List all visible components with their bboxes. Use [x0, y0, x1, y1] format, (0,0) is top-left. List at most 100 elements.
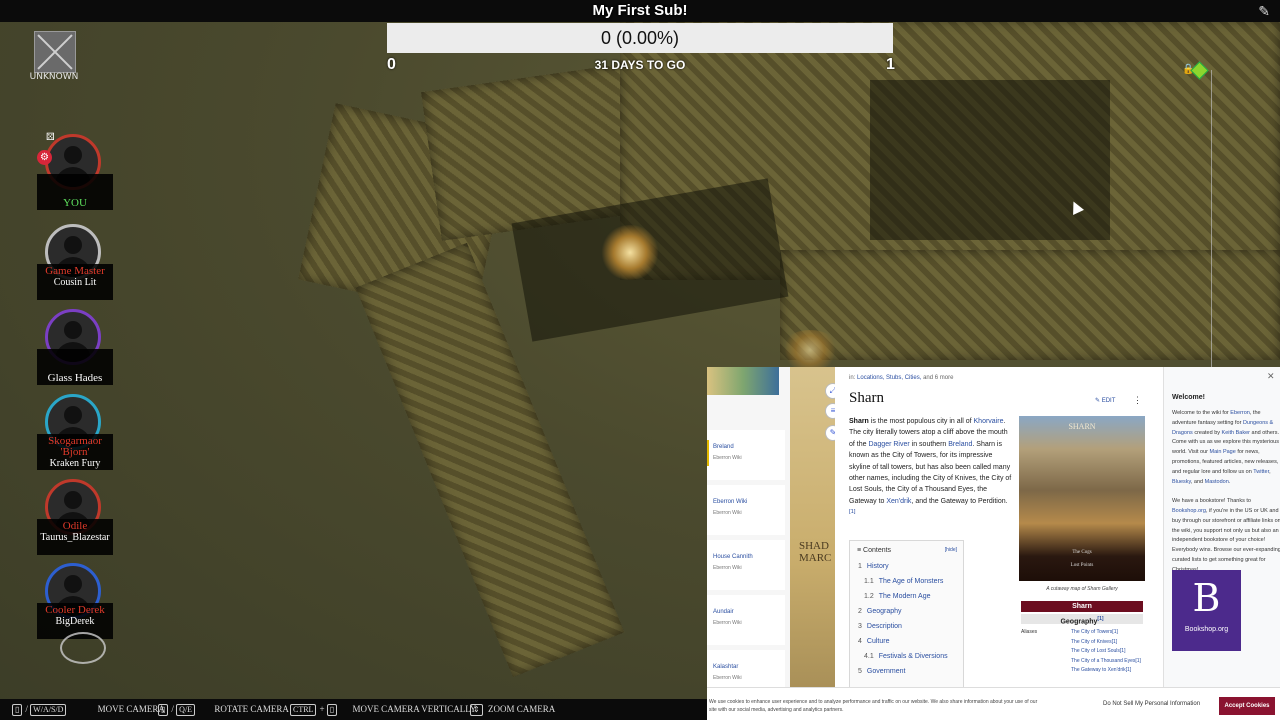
- breadcrumb-prefix: in:: [849, 375, 856, 381]
- player-name: Taurus_Blazestar: [40, 532, 110, 543]
- map-thumbnail[interactable]: [707, 367, 779, 395]
- toc-item[interactable]: 4 Culture: [858, 638, 889, 645]
- infobox-image-label: Lost Points: [1070, 563, 1094, 568]
- welcome-link[interactable]: Bookshop.org: [1172, 508, 1206, 514]
- camera-controls-bar: ▯ / W/A/S/D MOVE CAMERA ▯ / Q/E ROTATE CAM…: [0, 699, 707, 720]
- toc-item[interactable]: 1 History: [858, 563, 889, 570]
- toc-label: History: [866, 563, 889, 570]
- bookshop-logo-icon: B: [1192, 576, 1221, 620]
- measure-line: [1211, 70, 1212, 370]
- accept-cookies-button[interactable]: Accept Cookies: [1219, 697, 1275, 715]
- player-nameplate: Skogarmaor 'Bjorn' Kraken Fury: [37, 434, 113, 470]
- toc-item[interactable]: 5 Government: [858, 668, 905, 675]
- related-article-card[interactable]: House Cannith Eberron Wiki: [707, 540, 785, 590]
- close-icon[interactable]: ✕: [1267, 371, 1275, 382]
- character-name: Odile: [62, 520, 88, 532]
- related-article-card[interactable]: Aundair Eberron Wiki: [707, 595, 785, 645]
- card-title: House Cannith: [713, 554, 753, 560]
- card-source: Eberron Wiki: [713, 565, 742, 571]
- player-name: BigDerek: [55, 616, 95, 627]
- welcome-link[interactable]: Main Page: [1210, 449, 1236, 455]
- more-options-icon[interactable]: ⋮: [1133, 395, 1142, 406]
- dice-icon[interactable]: ⚄: [46, 132, 55, 143]
- infobox-ref[interactable]: [1]: [1097, 616, 1103, 622]
- map-label: SHAD MARC: [799, 540, 832, 564]
- control-label: MOVE CAMERA VERTICALLY: [352, 704, 477, 714]
- infobox-alias[interactable]: The City of Lost Souls[1]: [1071, 648, 1125, 654]
- intro-link[interactable]: Dagger River: [868, 441, 909, 448]
- days-remaining: 31 DAYS TO GO: [594, 58, 686, 72]
- intro-link[interactable]: Khorvaire: [974, 418, 1004, 425]
- welcome-link[interactable]: Bluesky: [1172, 479, 1191, 485]
- player-card[interactable]: Skogarmaor 'Bjorn' Kraken Fury: [37, 394, 113, 471]
- toc-item[interactable]: 1.1 The Age of Monsters: [864, 578, 943, 585]
- control-label: MOVE CAMERA: [97, 704, 165, 714]
- card-source: Eberron Wiki: [713, 675, 742, 681]
- infobox-image[interactable]: SHARN The Cogs Lost Points: [1019, 416, 1145, 581]
- toc-label: The Modern Age: [878, 593, 931, 600]
- infobox-alias[interactable]: The City of Knives[1]: [1071, 639, 1117, 645]
- toc-item[interactable]: 4.1 Festivals & Diversions: [864, 653, 948, 660]
- welcome-copy: We have a bookstore! Thanks to: [1172, 498, 1251, 505]
- intro-text: in southern: [909, 440, 949, 448]
- player-card[interactable]: Glass Hades: [37, 309, 113, 386]
- player-card[interactable]: YOU: [37, 134, 113, 211]
- related-article-card[interactable]: Breland Eberron Wiki: [707, 430, 785, 480]
- key-hint: W/A/S/D: [30, 704, 67, 716]
- player-card[interactable]: Cooler Derek BigDerek: [37, 563, 113, 640]
- player-nameplate: Game Master Cousin Lit: [37, 264, 113, 300]
- toc-item[interactable]: 2 Geography: [858, 608, 902, 615]
- wiki-right-rail: Welcome! Welcome to the wiki for Eberron…: [1163, 367, 1280, 687]
- intro-link[interactable]: Breland: [948, 441, 972, 448]
- welcome-link[interactable]: Twitter: [1253, 469, 1269, 475]
- infobox-aliases-label: Aliases: [1021, 629, 1038, 635]
- cookie-text: We use cookies to enhance user experienc…: [709, 699, 1038, 713]
- card-title: Kalashtar: [713, 664, 739, 670]
- player-card[interactable]: Game Master Cousin Lit: [37, 224, 113, 301]
- do-not-sell-link[interactable]: Do Not Sell My Personal Information: [1103, 701, 1200, 707]
- intro-text: , and the Gateway to Perdition.: [911, 497, 1008, 505]
- table-of-contents: ≡ Contents [hide] 1 History 1.1 The Age of …: [849, 540, 964, 692]
- breadcrumb-links[interactable]: Locations, Stubs, Cities,: [857, 375, 921, 381]
- player-card[interactable]: Odile Taurus_Blazestar: [37, 479, 113, 556]
- gear-icon[interactable]: ⚙: [37, 150, 52, 165]
- infobox-alias[interactable]: The City of a Thousand Eyes[1]: [1071, 658, 1141, 664]
- infobox-alias[interactable]: The Gateway to Xen'drik[1]: [1071, 667, 1131, 673]
- toc-title: ≡ Contents: [857, 547, 892, 554]
- bookshop-banner[interactable]: B Bookshop.org: [1172, 570, 1241, 651]
- welcome-link[interactable]: Eberron: [1230, 410, 1250, 416]
- sub-goal-progress-bar: 0 (0.00%): [387, 23, 893, 53]
- intro-link[interactable]: Xen'drik: [886, 498, 911, 505]
- toc-hide-link[interactable]: [hide]: [945, 547, 957, 553]
- wall-block: [780, 250, 1280, 360]
- infobox-caption: A cutaway map of Sharn Gallery: [1046, 586, 1118, 592]
- toc-number: 1.2: [864, 593, 874, 600]
- stream-title: My First Sub!: [592, 2, 688, 19]
- card-source: Eberron Wiki: [713, 620, 742, 626]
- character-name: Skogarmaor 'Bjorn': [48, 435, 102, 458]
- intro-text: is the most populous city in all of: [868, 418, 974, 425]
- wiki-browser-overlay[interactable]: Breland Eberron Wiki Eberron Wiki Eberron W…: [707, 367, 1280, 720]
- unknown-token-icon[interactable]: [34, 31, 76, 73]
- infobox-alias[interactable]: The City of Towers[1]: [1071, 629, 1118, 635]
- toc-number: 4.1: [864, 653, 874, 660]
- related-article-card[interactable]: Eberron Wiki Eberron Wiki: [707, 485, 785, 535]
- welcome-title: Welcome!: [1172, 394, 1205, 401]
- toc-number: 1.1: [864, 578, 874, 585]
- welcome-copy: Welcome to the wiki for: [1172, 410, 1231, 416]
- intro-ref[interactable]: [1]: [849, 509, 855, 515]
- toc-item[interactable]: 1.2 The Modern Age: [864, 593, 931, 600]
- pit-shadow: [870, 80, 1110, 240]
- wiki-article: in: Locations, Stubs, Cities, and 6 more…: [835, 367, 1163, 692]
- welcome-link[interactable]: Mastodon: [1205, 479, 1229, 485]
- edit-button[interactable]: ✎ EDIT: [1095, 397, 1115, 404]
- breadcrumb-more[interactable]: and 6 more: [923, 375, 953, 381]
- welcome-text: Welcome to the wiki for Eberron, the adv…: [1172, 409, 1280, 576]
- infobox-image-label: The Cogs: [1072, 550, 1092, 555]
- edit-label: EDIT: [1101, 398, 1116, 404]
- corner-menu-icon[interactable]: ✎: [1258, 3, 1270, 20]
- unknown-label: UNKNOWN: [29, 72, 79, 82]
- compass-icon[interactable]: [60, 632, 106, 664]
- welcome-link[interactable]: Keith Baker: [1222, 430, 1250, 436]
- toc-item[interactable]: 3 Description: [858, 623, 902, 630]
